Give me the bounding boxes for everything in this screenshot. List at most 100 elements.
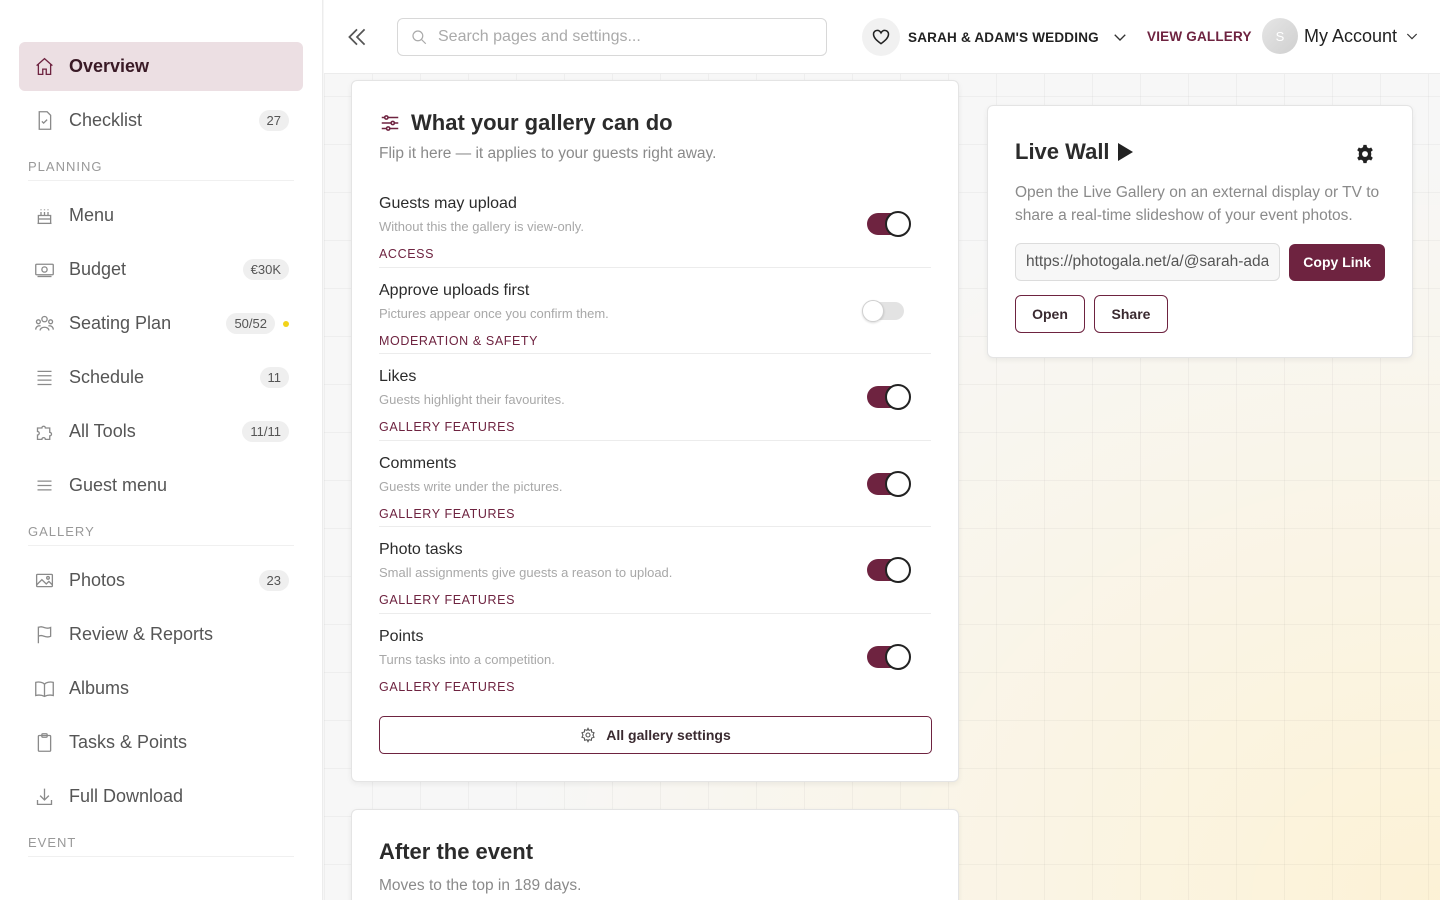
feature-description: Without this the gallery is view-only. <box>379 219 584 234</box>
cake-icon <box>33 205 55 227</box>
card-subtitle: Moves to the top in 189 days. <box>379 877 582 894</box>
sidebar-item-label: Seating Plan <box>69 313 172 333</box>
feature-category: GALLERY FEATURES <box>379 593 516 607</box>
sidebar-item-label: Tasks & Points <box>69 732 188 752</box>
toggle-approve-uploads[interactable] <box>862 299 904 322</box>
live-wall-link-field[interactable] <box>1015 243 1281 281</box>
feature-title: Likes <box>379 368 417 385</box>
flag-icon <box>33 624 55 646</box>
gear-icon <box>581 727 595 743</box>
feature-category: GALLERY FEATURES <box>379 420 516 434</box>
gallery-features-card: What your gallery can do Flip it here — … <box>351 80 959 782</box>
card-title: What your gallery can do <box>411 110 673 135</box>
sidebar-item-albums[interactable]: Albums <box>19 664 303 713</box>
account-label: My Account <box>1304 25 1398 46</box>
feature-category: ACCESS <box>379 247 435 261</box>
book-icon <box>33 678 55 700</box>
section-head-planning: PLANNING <box>28 159 294 181</box>
double-chevron-left-icon <box>348 28 366 46</box>
feature-description: Guests write under the pictures. <box>379 478 563 494</box>
feature-likes: Likes Guests highlight their favourites.… <box>379 354 931 441</box>
copy-link-button[interactable]: Copy Link <box>1289 243 1385 281</box>
play-icon <box>1117 143 1133 161</box>
gear-icon <box>1357 144 1373 164</box>
clipboard-icon <box>33 732 55 754</box>
sidebar-item-photos[interactable]: Photos 23 <box>19 556 303 605</box>
feature-title: Approve uploads first <box>379 281 530 299</box>
toggle-points[interactable] <box>867 643 911 670</box>
feature-description: Small assignments give guests a reason t… <box>379 565 673 580</box>
section-head-gallery: GALLERY <box>28 524 294 546</box>
sidebar-item-label: Photos <box>69 570 126 590</box>
sidebar-item-guest-menu[interactable]: Guest menu <box>19 461 303 510</box>
topbar: SARAH & ADAM'S WEDDING VIEW GALLERY S My… <box>324 0 1440 74</box>
sidebar-item-seating-plan[interactable]: Seating Plan 50/52 <box>19 299 303 348</box>
view-gallery-link[interactable]: VIEW GALLERY <box>1147 29 1252 44</box>
sidebar-item-label: All Tools <box>69 421 136 441</box>
toggle-photo-tasks[interactable] <box>867 557 911 583</box>
sidebar-item-tasks-points[interactable]: Tasks & Points <box>19 718 303 767</box>
home-icon <box>33 56 55 78</box>
toggle-likes[interactable] <box>867 384 911 410</box>
sliders-icon <box>381 115 399 131</box>
avatar: S <box>1262 18 1298 54</box>
sidebar-item-label: Schedule <box>69 367 145 387</box>
status-dot <box>283 320 289 327</box>
feature-approve-uploads: Approve uploads first Pictures appear on… <box>379 268 931 354</box>
count-badge: 11/11 <box>242 421 289 442</box>
count-badge: 23 <box>258 570 289 591</box>
sidebar-item-full-download[interactable]: Full Download <box>19 772 303 821</box>
card-title: After the event <box>379 839 534 864</box>
open-button[interactable]: Open <box>1015 295 1085 333</box>
account-menu[interactable]: S My Account <box>1262 18 1420 54</box>
card-title: Live Wall <box>1015 139 1110 164</box>
feature-description: Turns tasks into a competition. <box>379 651 555 667</box>
download-icon <box>33 786 55 808</box>
after-event-card: After the event Moves to the top in 189 … <box>351 809 959 900</box>
section-head-event: EVENT <box>28 835 294 857</box>
users-icon <box>33 313 55 335</box>
sidebar-item-budget[interactable]: Budget €30K <box>19 245 303 294</box>
toggle-comments[interactable] <box>867 470 911 497</box>
sidebar-item-overview[interactable]: Overview <box>19 42 303 91</box>
feature-description: Pictures appear once you confirm them. <box>379 305 609 321</box>
count-badge: €30K <box>242 259 289 280</box>
all-gallery-settings-button[interactable]: All gallery settings <box>379 716 932 754</box>
chevron-down-icon <box>1099 24 1129 51</box>
sidebar-item-label: Full Download <box>69 786 184 806</box>
sidebar-item-label: Guest menu <box>69 475 168 495</box>
count-badge: 11 <box>259 367 289 388</box>
sidebar-item-menu[interactable]: Menu <box>19 191 303 240</box>
feature-guests-may-upload: Guests may upload Without this the galle… <box>379 181 931 268</box>
toggle-guests-may-upload[interactable] <box>867 211 911 237</box>
event-name: SARAH & ADAM'S WEDDING <box>908 29 1099 45</box>
heart-icon <box>862 18 900 56</box>
feature-title: Comments <box>379 454 457 472</box>
feature-comments: Comments Guests write under the pictures… <box>379 441 931 527</box>
live-wall-settings-button[interactable] <box>1354 143 1376 165</box>
chevron-down-icon <box>1397 24 1420 49</box>
puzzle-icon <box>33 421 55 443</box>
count-badge: 27 <box>258 110 289 131</box>
feature-description: Guests highlight their favourites. <box>379 392 565 407</box>
sidebar-item-review-reports[interactable]: Review & Reports <box>19 610 303 659</box>
feature-category: GALLERY FEATURES <box>379 506 516 521</box>
feature-category: GALLERY FEATURES <box>379 679 516 694</box>
sidebar-item-label: Budget <box>69 259 127 279</box>
sidebar-item-all-tools[interactable]: All Tools 11/11 <box>19 407 303 456</box>
search-input[interactable] <box>438 28 818 46</box>
share-button[interactable]: Share <box>1094 295 1168 333</box>
checklist-icon <box>33 110 55 132</box>
feature-title: Guests may upload <box>379 195 517 212</box>
sidebar-item-label: Albums <box>69 678 130 698</box>
list-icon <box>33 367 55 389</box>
event-selector[interactable]: SARAH & ADAM'S WEDDING <box>862 18 1129 56</box>
banknote-icon <box>33 259 55 281</box>
search-box[interactable] <box>397 18 827 56</box>
button-label: All gallery settings <box>606 727 731 743</box>
collapse-sidebar-button[interactable] <box>344 24 370 50</box>
sidebar-item-checklist[interactable]: Checklist 27 <box>19 96 303 145</box>
feature-points: Points Turns tasks into a competition. G… <box>379 614 931 701</box>
feature-photo-tasks: Photo tasks Small assignments give guest… <box>379 527 931 614</box>
sidebar-item-schedule[interactable]: Schedule 11 <box>19 353 303 402</box>
